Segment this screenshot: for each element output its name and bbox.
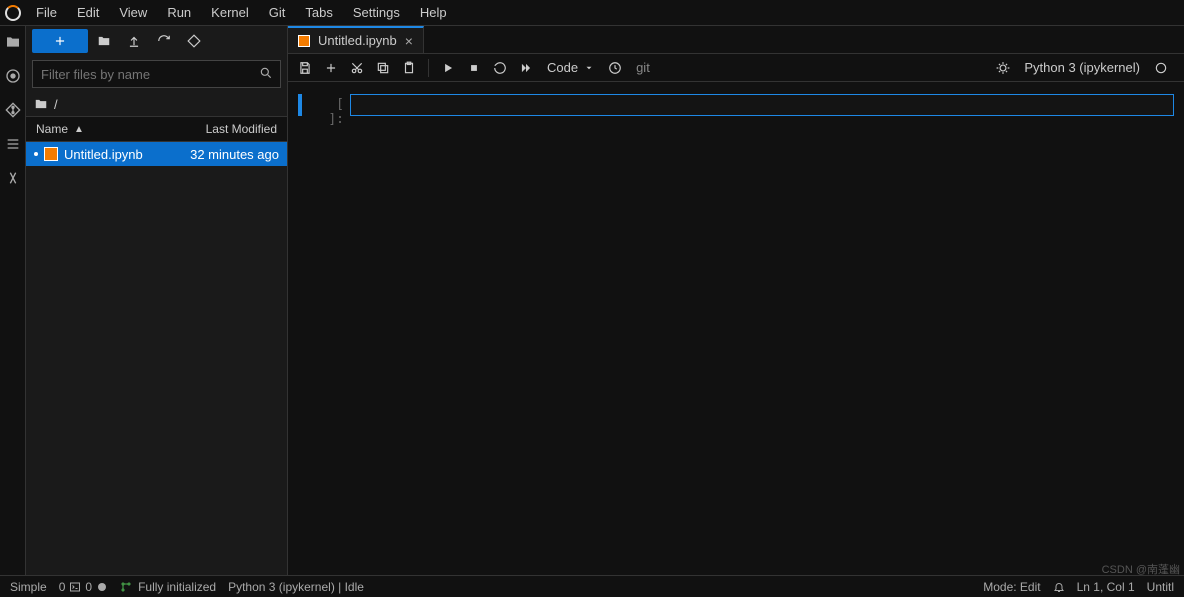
status-filename: Untitl bbox=[1147, 580, 1174, 594]
git-history-button[interactable] bbox=[604, 57, 626, 79]
interrupt-button[interactable] bbox=[463, 57, 485, 79]
notification-icon[interactable] bbox=[1053, 581, 1065, 593]
running-icon[interactable] bbox=[3, 66, 23, 86]
col-name[interactable]: Name bbox=[36, 122, 68, 136]
sort-caret-icon: ▲ bbox=[74, 124, 84, 135]
status-position[interactable]: Ln 1, Col 1 bbox=[1077, 580, 1135, 594]
activity-bar bbox=[0, 26, 26, 575]
status-git[interactable]: Fully initialized bbox=[120, 580, 216, 594]
tab-bar: Untitled.ipynb × bbox=[288, 26, 1184, 54]
app-logo bbox=[0, 0, 26, 26]
restart-button[interactable] bbox=[489, 57, 511, 79]
terminal-icon bbox=[69, 581, 81, 593]
search-icon bbox=[259, 66, 273, 83]
tab-label: Untitled.ipynb bbox=[318, 33, 397, 48]
file-list-header: Name ▲ Last Modified bbox=[26, 116, 287, 142]
copy-button[interactable] bbox=[372, 57, 394, 79]
insert-cell-button[interactable] bbox=[320, 57, 342, 79]
notebook-area[interactable]: [ ]: bbox=[288, 82, 1184, 575]
refresh-button[interactable] bbox=[150, 29, 178, 53]
file-modified: 32 minutes ago bbox=[190, 147, 279, 162]
folder-icon bbox=[34, 97, 48, 111]
menu-kernel[interactable]: Kernel bbox=[201, 1, 259, 24]
menu-file[interactable]: File bbox=[26, 1, 67, 24]
save-button[interactable] bbox=[294, 57, 316, 79]
running-dot-icon bbox=[34, 152, 38, 156]
toc-icon[interactable] bbox=[3, 134, 23, 154]
main-area: Untitled.ipynb × Code git Python 3 (i bbox=[288, 26, 1184, 575]
menu-help[interactable]: Help bbox=[410, 1, 457, 24]
kernel-status-icon[interactable] bbox=[1150, 57, 1172, 79]
sidebar-toolbar bbox=[26, 26, 287, 56]
git-branch-icon bbox=[120, 581, 132, 593]
menu-edit[interactable]: Edit bbox=[67, 1, 109, 24]
cell-run-indicator bbox=[298, 94, 302, 116]
debug-button[interactable] bbox=[992, 57, 1014, 79]
close-icon[interactable]: × bbox=[405, 33, 413, 49]
menu-run[interactable]: Run bbox=[157, 1, 201, 24]
file-filter-box bbox=[32, 60, 281, 88]
kernel-name[interactable]: Python 3 (ipykernel) bbox=[1024, 60, 1140, 75]
breadcrumb[interactable]: / bbox=[26, 92, 287, 116]
file-name: Untitled.ipynb bbox=[64, 147, 143, 162]
status-bar: Simple 0 0 Fully initialized Python 3 (i… bbox=[0, 575, 1184, 597]
git-clone-button[interactable] bbox=[180, 29, 208, 53]
status-kernel[interactable]: Python 3 (ipykernel) | Idle bbox=[228, 580, 364, 594]
col-modified[interactable]: Last Modified bbox=[206, 122, 277, 136]
cell-type-select[interactable]: Code bbox=[541, 60, 600, 75]
main-menu: File Edit View Run Kernel Git Tabs Setti… bbox=[26, 1, 457, 24]
notebook-file-icon bbox=[44, 147, 58, 161]
restart-run-all-button[interactable] bbox=[515, 57, 537, 79]
tab-untitled[interactable]: Untitled.ipynb × bbox=[288, 26, 424, 53]
code-cell[interactable]: [ ]: bbox=[298, 94, 1174, 127]
cell-type-label: Code bbox=[547, 60, 578, 75]
status-mode: Mode: Edit bbox=[983, 580, 1040, 594]
cell-prompt: [ ]: bbox=[320, 94, 350, 127]
menu-view[interactable]: View bbox=[109, 1, 157, 24]
upload-button[interactable] bbox=[120, 29, 148, 53]
file-row[interactable]: Untitled.ipynb 32 minutes ago bbox=[26, 142, 287, 166]
chevron-down-icon bbox=[584, 63, 594, 73]
menu-tabs[interactable]: Tabs bbox=[295, 1, 342, 24]
paste-button[interactable] bbox=[398, 57, 420, 79]
new-folder-button[interactable] bbox=[90, 29, 118, 53]
menu-git[interactable]: Git bbox=[259, 1, 296, 24]
status-simple[interactable]: Simple bbox=[10, 580, 47, 594]
git-label: git bbox=[636, 60, 650, 75]
filebrowser-icon[interactable] bbox=[3, 32, 23, 52]
top-menu-bar: File Edit View Run Kernel Git Tabs Setti… bbox=[0, 0, 1184, 26]
notebook-file-icon bbox=[298, 35, 310, 47]
menu-settings[interactable]: Settings bbox=[343, 1, 410, 24]
file-sidebar: / Name ▲ Last Modified Untitled.ipynb 32 … bbox=[26, 26, 288, 575]
extensions-icon[interactable] bbox=[3, 168, 23, 188]
breadcrumb-root: / bbox=[54, 97, 58, 112]
run-button[interactable] bbox=[437, 57, 459, 79]
file-filter-input[interactable] bbox=[32, 60, 281, 88]
status-terminals[interactable]: 0 0 bbox=[59, 580, 108, 594]
cell-editor[interactable] bbox=[350, 94, 1174, 116]
notebook-toolbar: Code git Python 3 (ipykernel) bbox=[288, 54, 1184, 82]
kernel-count-icon bbox=[96, 581, 108, 593]
new-launcher-button[interactable] bbox=[32, 29, 88, 53]
cut-button[interactable] bbox=[346, 57, 368, 79]
git-icon[interactable] bbox=[3, 100, 23, 120]
